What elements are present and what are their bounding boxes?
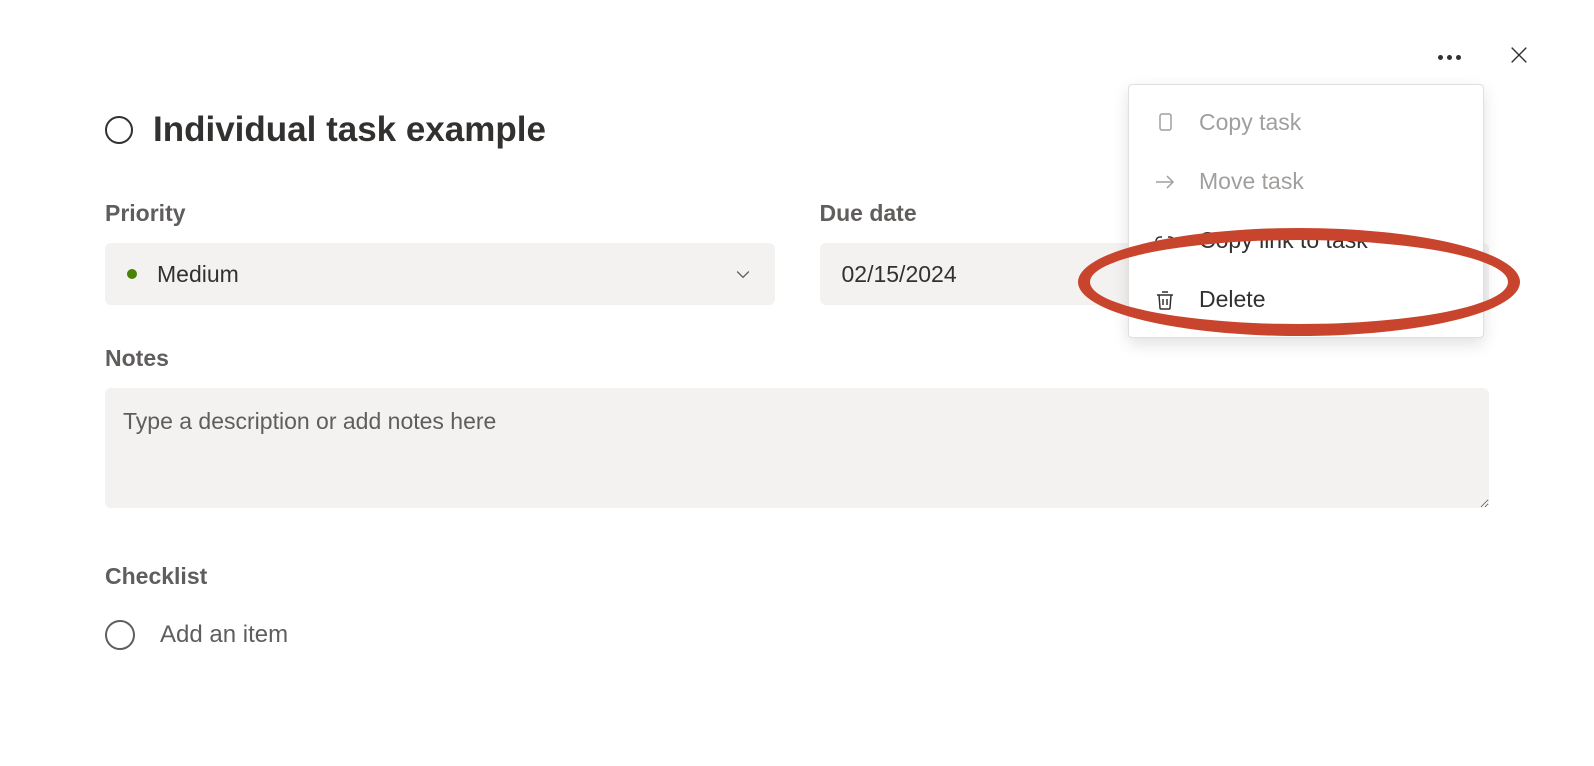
due-date-value: 02/15/2024 xyxy=(842,261,957,288)
menu-item-delete[interactable]: Delete xyxy=(1129,270,1483,329)
notes-textarea[interactable] xyxy=(105,388,1489,508)
copy-icon xyxy=(1153,111,1177,135)
task-complete-checkbox[interactable] xyxy=(105,116,133,144)
task-title[interactable]: Individual task example xyxy=(153,110,546,150)
dot-icon xyxy=(1456,55,1461,60)
menu-item-label: Move task xyxy=(1199,168,1304,195)
menu-item-label: Delete xyxy=(1199,286,1265,313)
priority-indicator-icon xyxy=(127,269,137,279)
checklist-circle-icon xyxy=(105,620,135,650)
chevron-down-icon xyxy=(733,264,753,284)
dot-icon xyxy=(1447,55,1452,60)
checklist-add-text: Add an item xyxy=(160,621,288,649)
priority-dropdown[interactable]: Medium xyxy=(105,243,775,305)
priority-label: Priority xyxy=(105,200,775,227)
notes-label: Notes xyxy=(105,345,1489,372)
priority-value: Medium xyxy=(157,261,239,288)
menu-item-move-task: Move task xyxy=(1129,152,1483,211)
close-icon xyxy=(1508,44,1530,66)
context-menu: Copy task Move task Copy link to task xyxy=(1128,84,1484,338)
menu-item-label: Copy link to task xyxy=(1199,227,1368,254)
menu-item-copy-task: Copy task xyxy=(1129,93,1483,152)
dot-icon xyxy=(1438,55,1443,60)
link-icon xyxy=(1153,229,1177,253)
menu-item-label: Copy task xyxy=(1199,109,1301,136)
checklist-add-item[interactable]: Add an item xyxy=(105,620,1489,650)
close-button[interactable] xyxy=(1504,40,1534,75)
checklist-label: Checklist xyxy=(105,563,1489,590)
trash-icon xyxy=(1153,288,1177,312)
arrow-right-icon xyxy=(1153,170,1177,194)
menu-item-copy-link[interactable]: Copy link to task xyxy=(1129,211,1483,270)
more-options-button[interactable] xyxy=(1430,47,1469,68)
